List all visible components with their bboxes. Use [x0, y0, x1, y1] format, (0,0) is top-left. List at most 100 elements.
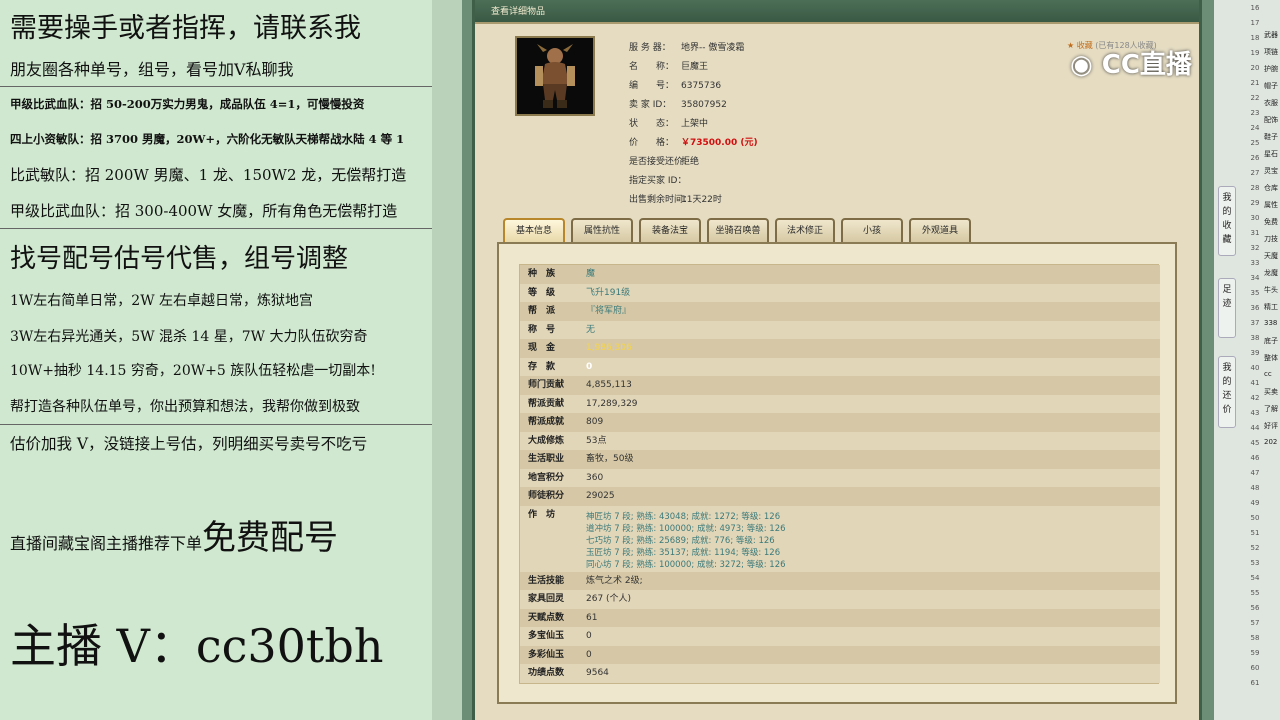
- sheet-row-number: 42: [1250, 394, 1260, 402]
- info-key: 是否接受还价：: [629, 157, 693, 167]
- table-row: 帮派成就 809: [520, 413, 1160, 432]
- sheet-row-number: 55: [1250, 589, 1260, 597]
- sheet-cell[interactable]: 配饰: [1264, 115, 1280, 125]
- sheet-cell[interactable]: 202: [1264, 438, 1280, 448]
- row-value: 9564: [586, 668, 609, 678]
- table-row: 天赋点数 61: [520, 608, 1160, 627]
- sheet-cell[interactable]: 属性: [1264, 200, 1280, 210]
- sheet-cell[interactable]: 衣服: [1264, 98, 1280, 108]
- info-row: 指定买家 ID：: [629, 173, 686, 186]
- row-value: 畜牧，50级: [586, 454, 634, 464]
- cc-logo-icon: ◉: [1070, 50, 1093, 80]
- row-value: 1,986,306: [586, 343, 632, 353]
- table-row: 大成修炼 53点: [520, 431, 1160, 450]
- sheet-row-number: 52: [1250, 544, 1260, 552]
- info-row: 出售剩余时间：11天22时: [629, 192, 722, 205]
- sheet-cell[interactable]: 星石: [1264, 149, 1280, 159]
- tab-7[interactable]: 外观道具: [909, 218, 971, 242]
- row-key: 作 坊: [528, 509, 556, 520]
- sheet-cell[interactable]: 刀技: [1264, 234, 1280, 244]
- sheet-cell[interactable]: cc: [1264, 370, 1280, 380]
- tab-5[interactable]: 法术修正: [775, 218, 835, 242]
- sheet-row-number: 16: [1250, 4, 1260, 12]
- tab-1[interactable]: 基本信息: [503, 218, 565, 242]
- sheet-row-number: 54: [1250, 574, 1260, 582]
- table-row: 生活职业 畜牧，50级: [520, 450, 1160, 469]
- sheet-row-number: 27: [1250, 169, 1260, 177]
- tab-2[interactable]: 属性抗性: [571, 218, 633, 242]
- sheet-row-number: 25: [1250, 139, 1260, 147]
- row-value: 0: [586, 631, 592, 641]
- sheet-row-number: 40: [1250, 364, 1260, 372]
- my-favorites-button[interactable]: 我的收藏: [1218, 186, 1236, 256]
- sheet-row-number: 38: [1250, 334, 1260, 342]
- table-row: 地宫积分 360: [520, 468, 1160, 487]
- row-key: 多宝仙玉: [528, 631, 565, 641]
- promo-line-13a: 直播间藏宝阁主播推荐下单: [10, 534, 203, 553]
- row-key: 帮派贡献: [528, 398, 565, 409]
- row-value: 0: [586, 649, 592, 660]
- table-row: 帮派贡献 17,289,329: [520, 394, 1160, 413]
- table-row: 存 款 0: [520, 357, 1160, 376]
- sheet-cell[interactable]: 底子: [1264, 336, 1280, 346]
- sheet-cell[interactable]: 牛头: [1264, 285, 1280, 295]
- row-value: 无: [586, 324, 596, 335]
- sheet-row-number: 50: [1250, 514, 1260, 522]
- sheet-cell[interactable]: 精工: [1264, 302, 1280, 312]
- table-row: 现 金 1,986,306: [520, 339, 1160, 358]
- row-value: 炼气之术 2级;: [586, 575, 643, 586]
- row-key: 帮 派: [528, 306, 556, 316]
- sheet-cell[interactable]: 天魔: [1264, 251, 1280, 261]
- promo-line-4: 四上小资敏队：招 3700 男魔，20W+，六阶化无敏队天梯帮战水陆 4 等 1: [10, 132, 405, 146]
- sheet-row-number: 39: [1250, 349, 1260, 357]
- row-value: 61: [586, 612, 598, 623]
- sheet-cell[interactable]: 好评: [1264, 421, 1280, 431]
- info-key: 状 态：: [629, 119, 675, 129]
- streamer-contact: 主播 V：cc30tbh: [10, 619, 384, 673]
- sheet-row-number: 29: [1250, 199, 1260, 207]
- sheet-row-number: 59: [1250, 649, 1260, 657]
- sheet-row-number: 20: [1250, 64, 1260, 72]
- sheet-cell[interactable]: 项链: [1264, 47, 1280, 57]
- table-row: 称 号无: [520, 320, 1160, 339]
- sheet-cell[interactable]: 整体: [1264, 353, 1280, 363]
- my-counteroffer-button[interactable]: 我的还价: [1218, 356, 1236, 428]
- sheet-cell[interactable]: 338: [1264, 319, 1280, 329]
- promo-line-1: 需要操手或者指挥，请联系我: [10, 13, 361, 44]
- row-key: 帮派成就: [528, 417, 565, 427]
- divider: [0, 424, 432, 425]
- sheet-cell[interactable]: 免费: [1264, 217, 1280, 227]
- sheet-cell[interactable]: 鞋子: [1264, 132, 1280, 142]
- promo-line-3: 甲级比武血队：招 50-200万实力男鬼，成品队伍 4=1，可慢慢投资: [10, 97, 365, 111]
- tab-4[interactable]: 坐骑召唤兽: [707, 218, 769, 242]
- cc-logo-text: CC直播: [1101, 50, 1192, 80]
- info-value: ￥73500.00 (元): [681, 138, 758, 148]
- divider: [0, 228, 432, 229]
- sheet-row-number: 31: [1250, 229, 1260, 237]
- sheet-cell[interactable]: 护腕: [1264, 64, 1280, 74]
- sheet-cell[interactable]: 灵宝: [1264, 166, 1280, 176]
- sheet-cell[interactable]: 了解: [1264, 404, 1280, 414]
- sheet-cell[interactable]: 买卖: [1264, 387, 1280, 397]
- table-row: 师门贡献 4,855,113: [520, 376, 1160, 395]
- sheet-row-number: 17: [1250, 19, 1260, 27]
- footprint-button[interactable]: 足迹: [1218, 278, 1236, 338]
- sheet-row-number: 33: [1250, 259, 1260, 267]
- tab-3[interactable]: 装备法宝: [639, 218, 701, 242]
- tab-6[interactable]: 小孩: [841, 218, 903, 242]
- sheet-cell[interactable]: 龙魔: [1264, 268, 1280, 278]
- divider: [0, 86, 432, 87]
- sheet-cell[interactable]: 仓库: [1264, 183, 1280, 193]
- sheet-row-number: 58: [1250, 634, 1260, 642]
- info-row: 卖 家 ID： 35807952: [629, 97, 727, 110]
- promo-line-2: 朋友圈各种单号，组号，看号加V私聊我: [10, 60, 294, 79]
- background-strip: [432, 0, 462, 720]
- table-row: 种 族魔: [520, 265, 1160, 284]
- row-key: 现 金: [528, 343, 556, 353]
- row-value: 267 (个人): [586, 594, 632, 604]
- sheet-cell[interactable]: 帽子: [1264, 81, 1280, 91]
- sheet-cell[interactable]: 武器: [1264, 30, 1280, 40]
- promo-line-12: 估价加我 V，没链接上号估，列明细买号卖号不吃亏: [10, 435, 368, 453]
- info-value: 35807952: [681, 100, 727, 110]
- table-row: 家具回灵 267 (个人): [520, 590, 1160, 609]
